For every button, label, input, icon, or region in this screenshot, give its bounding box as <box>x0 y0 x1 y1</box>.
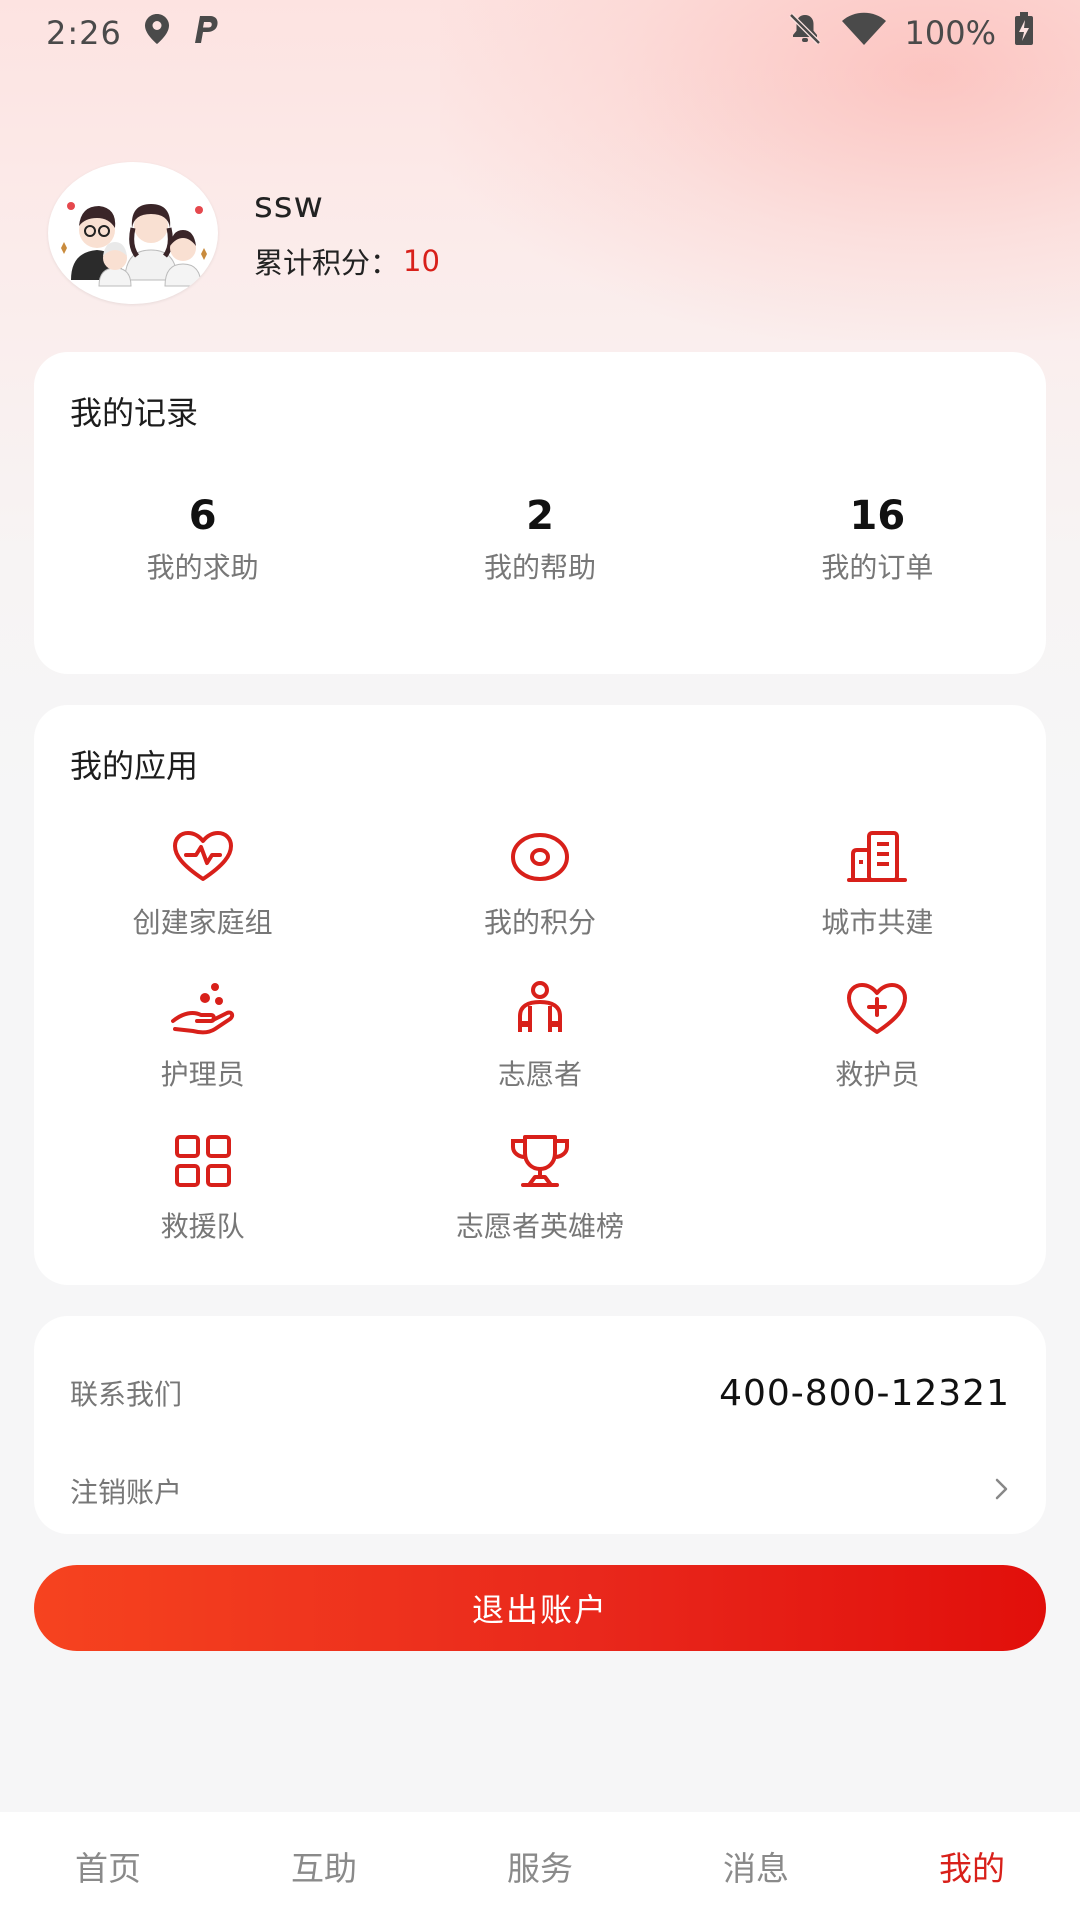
points-label: 累计积分： <box>254 245 400 280</box>
apps-card: 我的应用 创建家庭组 我的积分 城市共建 护理员 志愿者 救护员 救援队 志愿者… <box>34 705 1046 1285</box>
battery-charging-icon <box>1014 12 1034 54</box>
bottom-navigation: 首页 互助 服务 消息 我的 <box>0 1812 1080 1920</box>
heart-plus-icon <box>845 977 909 1041</box>
app-label: 护理员 <box>160 1058 245 1091</box>
settings-card: 联系我们 400-800-12321 注销账户 <box>34 1316 1046 1534</box>
caring-hand-icon <box>170 977 235 1041</box>
app-label: 我的积分 <box>483 906 596 939</box>
app-label: 救援队 <box>160 1210 245 1243</box>
stat-label: 我的求助 <box>146 551 259 584</box>
grid-icon <box>171 1129 235 1193</box>
status-bar: 2:26 100% <box>0 0 1080 66</box>
heart-pulse-icon <box>171 825 235 889</box>
trophy-icon <box>508 1129 572 1193</box>
username: ssw <box>254 184 324 226</box>
app-label: 志愿者英雄榜 <box>455 1210 624 1243</box>
app-volunteer[interactable]: 志愿者 <box>371 977 708 1129</box>
profile-screen: 2:26 100% ssw 累计积分： 10 我的记录 6 我的求助 2 我的帮… <box>0 0 1080 1920</box>
records-title: 我的记录 <box>70 394 199 432</box>
points-line: 累计积分： 10 <box>254 240 440 282</box>
cancel-account-label: 注销账户 <box>70 1476 183 1509</box>
app-label: 救护员 <box>835 1058 920 1091</box>
wifi-icon <box>841 12 887 54</box>
target-icon <box>508 825 572 889</box>
nav-mutual-aid[interactable]: 互助 <box>216 1812 432 1920</box>
app-create-family-group[interactable]: 创建家庭组 <box>34 825 371 977</box>
volunteer-icon <box>508 977 572 1041</box>
app-rescue-team[interactable]: 救援队 <box>34 1129 371 1281</box>
buildings-icon <box>845 825 909 889</box>
location-icon <box>144 13 170 53</box>
points-value: 10 <box>403 243 440 278</box>
apps-title: 我的应用 <box>70 747 199 785</box>
contact-us-label: 联系我们 <box>70 1378 183 1411</box>
avatar[interactable] <box>48 162 218 304</box>
app-my-points[interactable]: 我的积分 <box>371 825 708 977</box>
family-illustration-icon <box>61 202 207 287</box>
chevron-right-icon <box>994 1474 1010 1509</box>
battery-percent: 100% <box>904 14 996 52</box>
app-label: 创建家庭组 <box>132 906 273 939</box>
contact-us-row[interactable]: 联系我们 400-800-12321 <box>70 1358 1010 1428</box>
stat-my-help[interactable]: 2 我的帮助 <box>371 492 708 586</box>
stat-label: 我的订单 <box>821 551 934 584</box>
stat-my-requests[interactable]: 6 我的求助 <box>34 492 371 586</box>
nav-messages[interactable]: 消息 <box>648 1812 864 1920</box>
stat-my-orders[interactable]: 16 我的订单 <box>709 492 1046 586</box>
app-grid: 创建家庭组 我的积分 城市共建 护理员 志愿者 救护员 救援队 志愿者英雄榜 <box>34 825 1046 1281</box>
status-time: 2:26 <box>46 14 122 52</box>
app-volunteer-leaderboard[interactable]: 志愿者英雄榜 <box>371 1129 708 1281</box>
app-city-building[interactable]: 城市共建 <box>709 825 1046 977</box>
app-caregiver[interactable]: 护理员 <box>34 977 371 1129</box>
records-card: 我的记录 6 我的求助 2 我的帮助 16 我的订单 <box>34 352 1046 674</box>
profile-header: ssw 累计积分： 10 <box>48 162 440 304</box>
records-stats: 6 我的求助 2 我的帮助 16 我的订单 <box>34 492 1046 586</box>
nav-home[interactable]: 首页 <box>0 1812 216 1920</box>
nav-services[interactable]: 服务 <box>432 1812 648 1920</box>
profile-info: ssw 累计积分： 10 <box>254 185 440 282</box>
cancel-account-row[interactable]: 注销账户 <box>70 1456 1010 1526</box>
app-label: 城市共建 <box>821 906 934 939</box>
app-first-aider[interactable]: 救护员 <box>709 977 1046 1129</box>
status-right: 100% <box>787 12 1034 54</box>
phone-number[interactable]: 400-800-12321 <box>719 1373 1010 1414</box>
stat-label: 我的帮助 <box>483 551 596 584</box>
logout-button[interactable]: 退出账户 <box>34 1565 1046 1651</box>
app-label: 志愿者 <box>497 1058 582 1091</box>
notifications-off-icon <box>787 12 823 54</box>
stat-value: 16 <box>849 493 906 539</box>
nav-mine[interactable]: 我的 <box>864 1812 1080 1920</box>
status-left: 2:26 <box>46 13 220 53</box>
parking-icon <box>192 14 220 52</box>
stat-value: 2 <box>526 493 554 539</box>
stat-value: 6 <box>188 493 217 539</box>
